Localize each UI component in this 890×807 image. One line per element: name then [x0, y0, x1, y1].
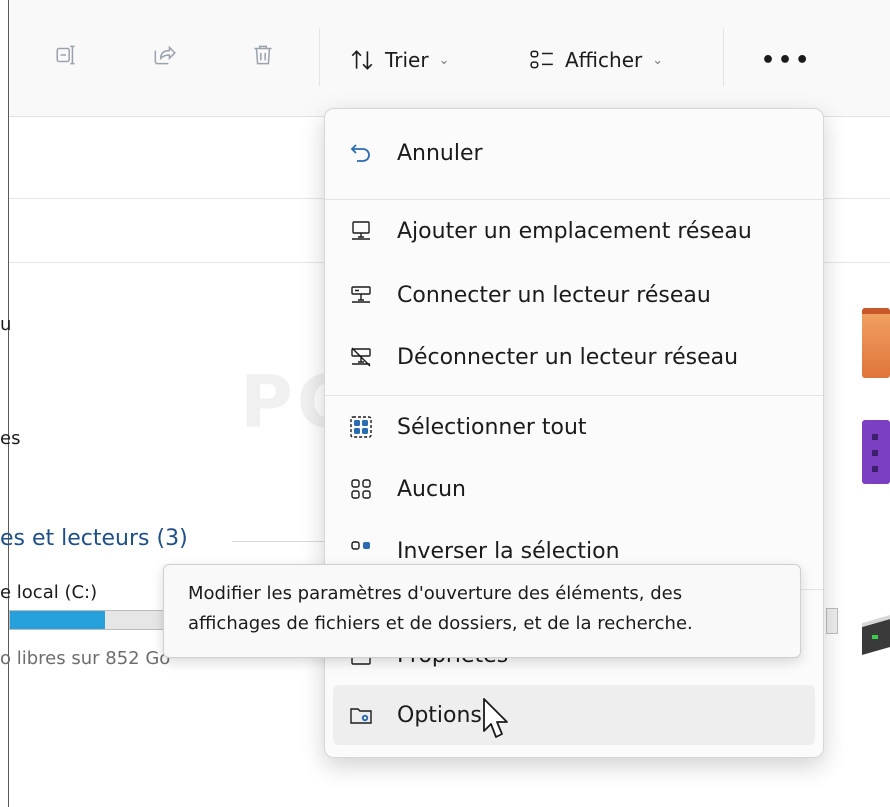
tooltip-line: Modifier les paramètres d'ouverture des …: [188, 583, 683, 604]
menu-separator: [325, 199, 823, 200]
sort-label: Trier: [385, 48, 429, 72]
menu-item-select-none[interactable]: Aucun: [333, 459, 815, 519]
view-label: Afficher: [565, 48, 643, 72]
drive-free-space: o libres sur 852 Go: [0, 648, 171, 669]
network-drive-icon: [347, 281, 375, 309]
folder-icon[interactable]: [862, 308, 890, 378]
folder-options-icon: [347, 701, 375, 729]
select-all-icon: [347, 413, 375, 441]
menu-separator: [325, 395, 823, 396]
disconnect-drive-icon: [347, 343, 375, 371]
menu-item-options[interactable]: Options: [333, 685, 815, 745]
delete-icon[interactable]: [248, 40, 278, 70]
more-options-button[interactable]: •••: [761, 48, 812, 73]
chevron-down-icon: ⌄: [438, 52, 450, 68]
menu-item-label: Déconnecter un lecteur réseau: [397, 344, 739, 370]
view-button[interactable]: Afficher ⌄: [529, 40, 663, 80]
rename-icon[interactable]: [52, 40, 82, 70]
options-tooltip: Modifier les paramètres d'ouverture des …: [163, 564, 801, 658]
toolbar-separator: [319, 28, 320, 86]
sort-button[interactable]: Trier ⌄: [349, 40, 450, 80]
window-border: [8, 0, 9, 807]
menu-item-label: Annuler: [397, 140, 483, 166]
tooltip-line: affichages de fichiers et de dossiers, e…: [188, 613, 693, 634]
command-bar: Trier ⌄ Afficher ⌄ •••: [9, 0, 890, 117]
view-icon: [530, 50, 553, 69]
mouse-cursor-icon: [483, 698, 508, 738]
menu-item-label: Sélectionner tout: [397, 414, 587, 440]
menu-item-label: Options: [397, 702, 482, 728]
network-location-icon: [347, 217, 375, 245]
menu-item-label: Aucun: [397, 476, 466, 502]
drive-usage-fill: [10, 611, 105, 629]
undo-icon: [347, 139, 375, 167]
quick-access-item[interactable]: es: [0, 428, 20, 449]
more-options-menu: Annuler Ajouter un emplacement réseau Co…: [324, 108, 824, 758]
toolbar-separator: [723, 28, 724, 86]
menu-item-label: Connecter un lecteur réseau: [397, 282, 711, 308]
menu-item-map-network-drive[interactable]: Connecter un lecteur réseau: [333, 265, 815, 325]
menu-item-label: Inverser la sélection: [397, 538, 620, 564]
invert-selection-icon: [347, 537, 375, 565]
hard-drive-icon[interactable]: [862, 607, 890, 663]
drive-name[interactable]: e local (C:): [0, 582, 97, 603]
sort-icon: [351, 50, 373, 70]
menu-item-disconnect-network-drive[interactable]: Déconnecter un lecteur réseau: [333, 327, 815, 387]
select-none-icon: [347, 475, 375, 503]
drives-section-header[interactable]: es et lecteurs (3): [0, 526, 188, 551]
chevron-down-icon: ⌄: [652, 52, 664, 68]
video-folder-icon[interactable]: [862, 420, 890, 484]
menu-item-undo[interactable]: Annuler: [333, 123, 815, 183]
drive-usage-bar: [9, 610, 169, 630]
share-icon[interactable]: [149, 40, 179, 70]
menu-item-add-network-location[interactable]: Ajouter un emplacement réseau: [333, 201, 815, 261]
menu-item-label: Ajouter un emplacement réseau: [397, 218, 752, 244]
menu-item-select-all[interactable]: Sélectionner tout: [333, 397, 815, 457]
quick-access-item[interactable]: u: [0, 314, 11, 335]
drive-usage-bar-partial: [826, 608, 838, 634]
